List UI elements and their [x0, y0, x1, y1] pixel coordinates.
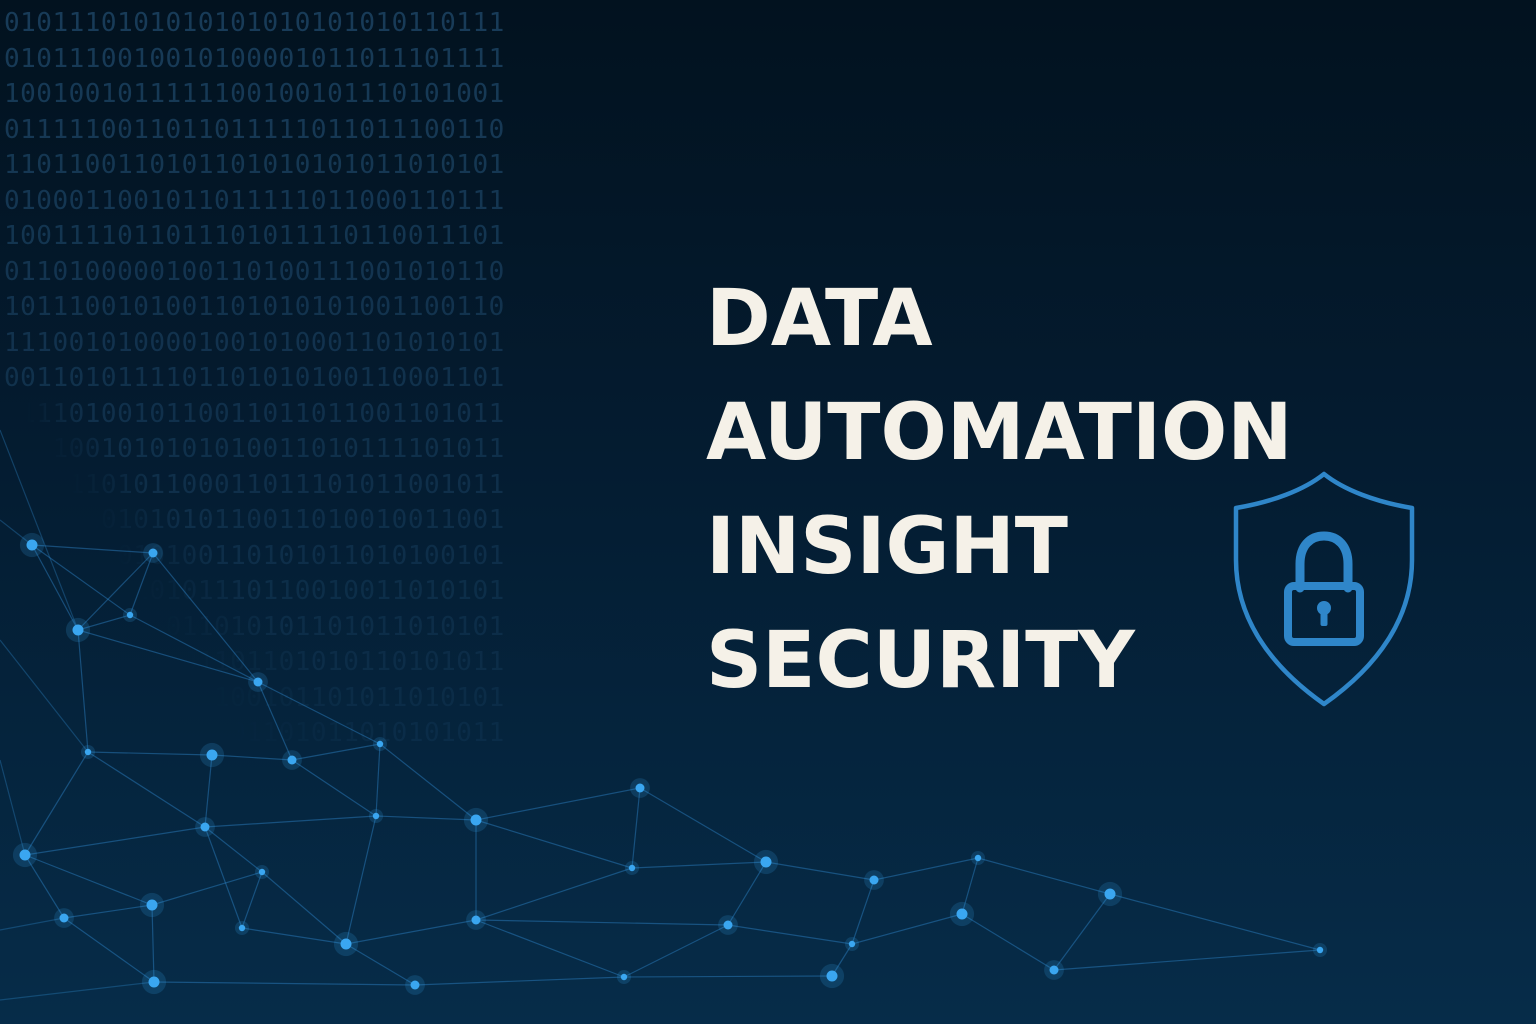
network-node	[206, 749, 218, 761]
shield-lock-icon	[1233, 471, 1415, 707]
network-node	[26, 539, 38, 551]
network-node	[59, 913, 69, 923]
network-edge	[0, 429, 79, 631]
network-edge	[765, 861, 875, 881]
headline-word-data: DATA	[706, 274, 933, 364]
network-edge	[623, 975, 833, 978]
network-node	[1049, 965, 1059, 975]
network-edge	[375, 815, 477, 821]
network-edge	[129, 614, 259, 683]
network-node	[723, 920, 733, 930]
network-node	[200, 822, 210, 832]
network-node	[238, 924, 246, 932]
network-edge	[257, 681, 381, 745]
network-node	[376, 740, 384, 748]
network-edge	[375, 743, 381, 817]
network-node	[470, 814, 482, 826]
network-node	[869, 875, 879, 885]
network-node	[72, 624, 84, 636]
network-edge	[77, 552, 154, 631]
network-node	[372, 812, 380, 820]
network-edge	[152, 552, 259, 683]
headline-word-insight: INSIGHT	[706, 502, 1069, 592]
network-node	[848, 940, 856, 948]
headline-word-automation: AUTOMATION	[706, 388, 1293, 478]
network-node	[19, 849, 31, 861]
network-edge	[475, 867, 633, 921]
network-node	[1104, 888, 1116, 900]
network-edge	[77, 629, 259, 683]
network-node	[146, 899, 158, 911]
network-node	[826, 970, 838, 982]
network-edge	[873, 857, 979, 881]
network-edge	[291, 759, 377, 817]
network-node	[635, 783, 645, 793]
network-edge	[24, 826, 206, 856]
network-edge	[345, 919, 477, 945]
network-edge	[851, 879, 875, 945]
network-edge	[475, 919, 625, 978]
network-edge	[77, 629, 89, 753]
network-edge	[0, 639, 89, 753]
network-edge	[204, 815, 377, 828]
network-edge	[1053, 893, 1111, 971]
network-node	[84, 748, 92, 756]
network-edge	[961, 913, 1055, 971]
network-edge	[475, 919, 729, 926]
network-edge	[0, 981, 155, 1001]
network-node	[126, 611, 134, 619]
network-edge	[291, 743, 381, 761]
network-edge	[851, 913, 963, 945]
headline-word-security: SECURITY	[706, 616, 1135, 706]
network-edge	[31, 544, 131, 616]
network-edge	[257, 681, 293, 761]
network-edge	[475, 819, 633, 869]
network-edge	[151, 871, 263, 906]
network-node	[1316, 946, 1324, 954]
network-edge	[1109, 893, 1321, 951]
network-edge	[31, 544, 79, 631]
network-edge	[87, 751, 213, 756]
network-edge	[977, 857, 1111, 895]
network-node	[956, 908, 968, 920]
network-node	[628, 864, 636, 872]
network-node	[148, 548, 158, 558]
network-node	[258, 868, 266, 876]
network-edge	[0, 759, 26, 856]
network-edge	[24, 751, 89, 856]
network-edge	[24, 854, 153, 906]
network-edge	[631, 787, 641, 869]
network-edge	[1053, 949, 1321, 971]
headline: DATA AUTOMATION INSIGHT SECURITY	[706, 262, 1293, 718]
network-edge	[31, 544, 154, 554]
network-node	[287, 755, 297, 765]
network-edge	[345, 815, 377, 945]
network-edge	[623, 924, 729, 978]
network-edge	[639, 787, 767, 863]
network-edge	[129, 552, 154, 616]
network-node	[974, 854, 982, 862]
network-node	[340, 938, 352, 950]
network-edge	[63, 917, 155, 983]
network-edge	[631, 861, 767, 869]
network-edge	[63, 904, 153, 919]
network-node	[620, 973, 628, 981]
network-node	[253, 677, 263, 687]
network-edge	[153, 981, 416, 986]
network-edge	[475, 787, 641, 821]
network-node	[410, 980, 420, 990]
network-edge	[379, 743, 477, 821]
network-edge	[727, 924, 853, 945]
network-edge	[87, 751, 206, 828]
network-node	[471, 915, 481, 925]
network-edge	[241, 871, 263, 929]
network-edge	[414, 976, 625, 986]
network-node	[760, 856, 772, 868]
network-node	[148, 976, 160, 988]
